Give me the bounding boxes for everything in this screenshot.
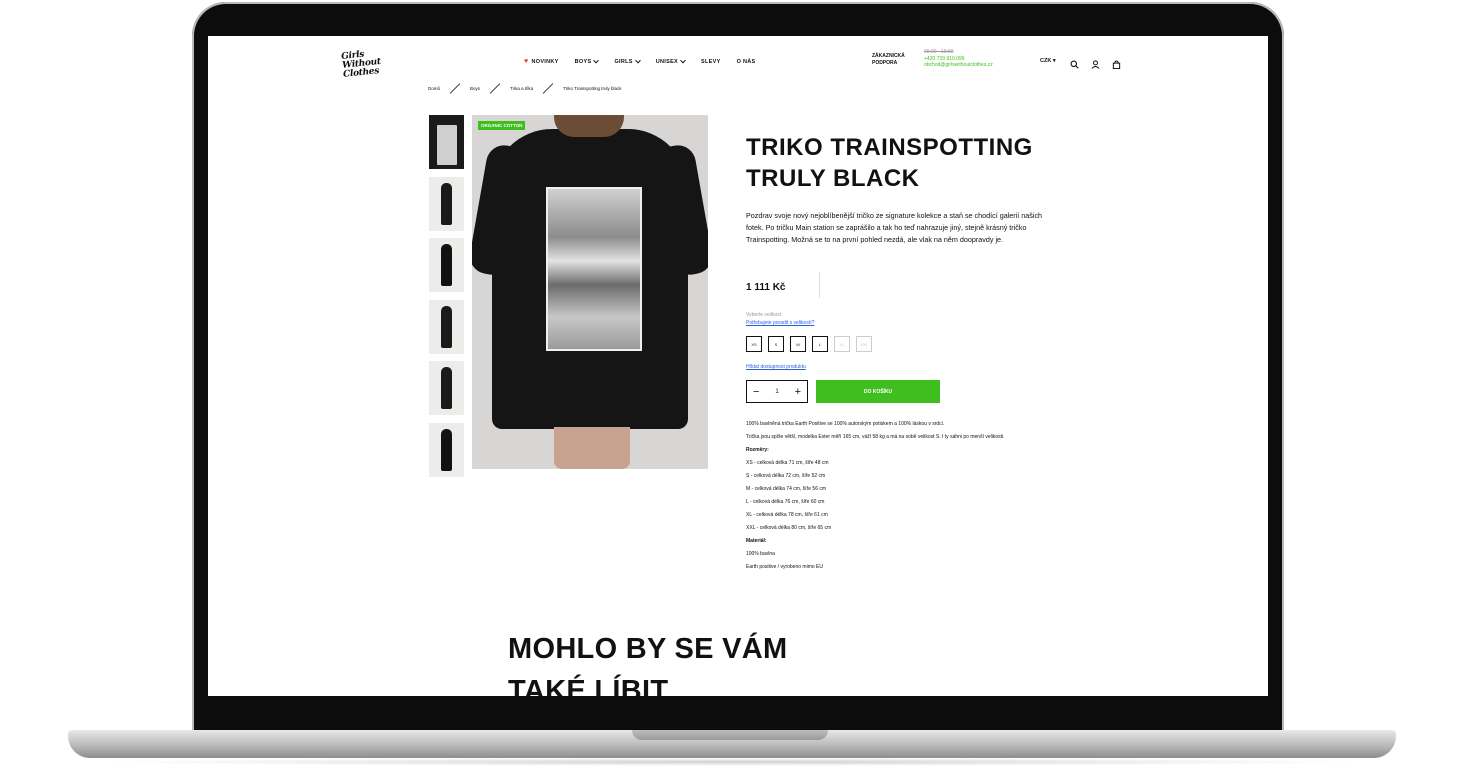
tshirt-print bbox=[546, 187, 642, 351]
nav-item-novinky[interactable]: ♥ NOVINKY bbox=[524, 58, 559, 65]
product-thumbnail[interactable] bbox=[429, 299, 464, 354]
details-material-row: Earth positive / vyrobeno mimo EU bbox=[746, 564, 823, 570]
site-header: Girls Without Clothes ♥ NOVINKY BOYS GIRL… bbox=[208, 36, 1268, 86]
nav-label: UNISEX bbox=[655, 58, 679, 65]
details-fit-note: Trička jsou spíše větší, modelka Ester m… bbox=[746, 434, 1005, 440]
details-material-row: 100% bavlna bbox=[746, 551, 775, 557]
size-option[interactable]: L bbox=[812, 336, 828, 352]
model-legs bbox=[554, 427, 630, 469]
nav-label: NOVINKY bbox=[531, 58, 559, 65]
details-size-row: S - celková délka 72 cm, šíře 52 cm bbox=[746, 473, 826, 479]
plus-icon[interactable]: + bbox=[795, 386, 801, 398]
support-email[interactable]: obchod@girlswithoutclothes.cz bbox=[924, 62, 993, 69]
product-thumbnail[interactable] bbox=[429, 176, 464, 231]
details-material-heading: Materiál: bbox=[746, 538, 767, 544]
product-price: 1 111 Kč bbox=[746, 282, 786, 293]
header-icons bbox=[1070, 56, 1121, 70]
thumbnail-image bbox=[441, 244, 452, 286]
product-description: Pozdrav svoje nový nejoblíbenější tričko… bbox=[746, 211, 1043, 244]
nav-label: BOYS bbox=[574, 58, 592, 65]
support-contact: 09:00 - 19:00 +420 739 910 099 obchod@gi… bbox=[924, 49, 993, 69]
nav-item-girls[interactable]: GIRLS bbox=[614, 57, 641, 65]
thumbnail-image bbox=[441, 182, 452, 225]
size-option-unavailable[interactable]: XL bbox=[834, 336, 850, 352]
details-size-row: M - celková délka 74 cm, šíře 56 cm bbox=[746, 486, 827, 492]
product-thumbnail[interactable] bbox=[429, 422, 464, 477]
add-to-cart-button[interactable]: DO KOŠÍKU bbox=[816, 380, 940, 403]
model-hair bbox=[554, 115, 624, 137]
minus-icon[interactable]: − bbox=[753, 386, 759, 398]
currency-select[interactable]: CZK ▾ bbox=[1040, 58, 1056, 64]
thumbnail-image bbox=[441, 367, 452, 409]
thumbnail-image bbox=[441, 428, 452, 471]
thumbnail-image bbox=[437, 125, 457, 165]
product-thumbnail[interactable] bbox=[429, 115, 464, 169]
size-option[interactable]: XS bbox=[746, 336, 762, 352]
nav-item-slevy[interactable]: SLEVY bbox=[701, 58, 721, 65]
product-thumbnail[interactable] bbox=[429, 238, 464, 292]
breadcrumb-item[interactable]: Domů bbox=[428, 86, 440, 91]
support-label: ZÁKAZNICKÁ PODPORA bbox=[872, 53, 905, 66]
thumbnail-list bbox=[429, 115, 464, 484]
nav-label: O NÁS bbox=[736, 58, 756, 65]
breadcrumb: Domů Boys Trika a tílka Triko Trainspott… bbox=[428, 83, 622, 94]
chevron-down-icon bbox=[634, 57, 641, 63]
laptop-screen: Girls Without Clothes ♥ NOVINKY BOYS GIRL… bbox=[208, 36, 1268, 696]
chevron-down-icon bbox=[680, 57, 686, 63]
chevron-down-icon bbox=[593, 57, 600, 63]
details-size-row: XL - celková délka 78 cm, šíře 61 cm bbox=[746, 512, 828, 518]
product-title: TRIKO TRAINSPOTTING TRULY BLACK bbox=[746, 134, 1033, 192]
size-label: Vyberte velikost bbox=[746, 312, 782, 318]
thumbnail-image bbox=[441, 305, 452, 348]
size-option[interactable]: S bbox=[768, 336, 784, 352]
breadcrumb-item[interactable]: Boys bbox=[470, 86, 480, 91]
currency-value: CZK bbox=[1040, 58, 1052, 64]
details-intro: 100% bavlněná trička Earth Positive se 1… bbox=[746, 421, 945, 427]
details-size-row: L - celková délka 76 cm, šíře 60 cm bbox=[746, 499, 825, 505]
site-logo[interactable]: Girls Without Clothes bbox=[341, 47, 399, 80]
product-details: 100% bavlněná trička Earth Positive se 1… bbox=[746, 418, 1076, 574]
size-option[interactable]: M bbox=[790, 336, 806, 352]
breadcrumb-item[interactable]: Trika a tílka bbox=[510, 86, 533, 91]
heart-icon: ♥ bbox=[524, 58, 529, 65]
laptop-shadow bbox=[90, 758, 1374, 766]
organic-badge: ORGANIC COTTON bbox=[478, 121, 526, 130]
quantity-value[interactable]: 1 bbox=[775, 389, 778, 395]
details-size-row: XXL - celková délka 80 cm, šíře 65 cm bbox=[746, 525, 832, 531]
main-nav: ♥ NOVINKY BOYS GIRLS UNISEX SLEVY O NÁS bbox=[524, 57, 756, 65]
product-thumbnail[interactable] bbox=[429, 361, 464, 415]
laptop-mockup: Girls Without Clothes ♥ NOVINKY BOYS GIRL… bbox=[0, 0, 1460, 780]
nav-label: SLEVY bbox=[701, 58, 721, 65]
search-icon[interactable] bbox=[1070, 56, 1079, 69]
nav-item-o-nas[interactable]: O NÁS bbox=[737, 58, 756, 65]
nav-item-unisex[interactable]: UNISEX bbox=[655, 57, 686, 65]
breadcrumb-current: Triko Trainspotting truly black bbox=[563, 86, 622, 91]
size-option-unavailable[interactable]: XXL bbox=[856, 336, 872, 352]
size-selector: XS S M L XL XXL bbox=[746, 336, 872, 352]
laptop-notch bbox=[632, 730, 828, 740]
details-sizes-heading: Rozměry: bbox=[746, 447, 769, 453]
related-title-line: MOHLO BY SE VÁM bbox=[508, 633, 788, 665]
user-icon[interactable] bbox=[1091, 56, 1100, 69]
nav-item-boys[interactable]: BOYS bbox=[574, 57, 600, 65]
size-help-link[interactable]: Potřebujete poradit s velikostí? bbox=[746, 320, 814, 326]
main-product-image[interactable]: ORGANIC COTTON bbox=[472, 115, 708, 469]
related-title-line: TAKÉ LÍBIT bbox=[508, 675, 669, 696]
details-size-row: XS - celková délka 71 cm, šíře 48 cm bbox=[746, 460, 829, 466]
bag-icon[interactable] bbox=[1112, 56, 1121, 70]
quantity-stepper: − 1 + bbox=[746, 380, 808, 403]
watch-availability-link[interactable]: Hlídat dostupnost produktu bbox=[746, 364, 806, 370]
price-divider bbox=[819, 272, 820, 298]
related-products-title: MOHLO BY SE VÁM TAKÉ LÍBIT bbox=[508, 628, 788, 696]
nav-label: GIRLS bbox=[614, 58, 633, 65]
